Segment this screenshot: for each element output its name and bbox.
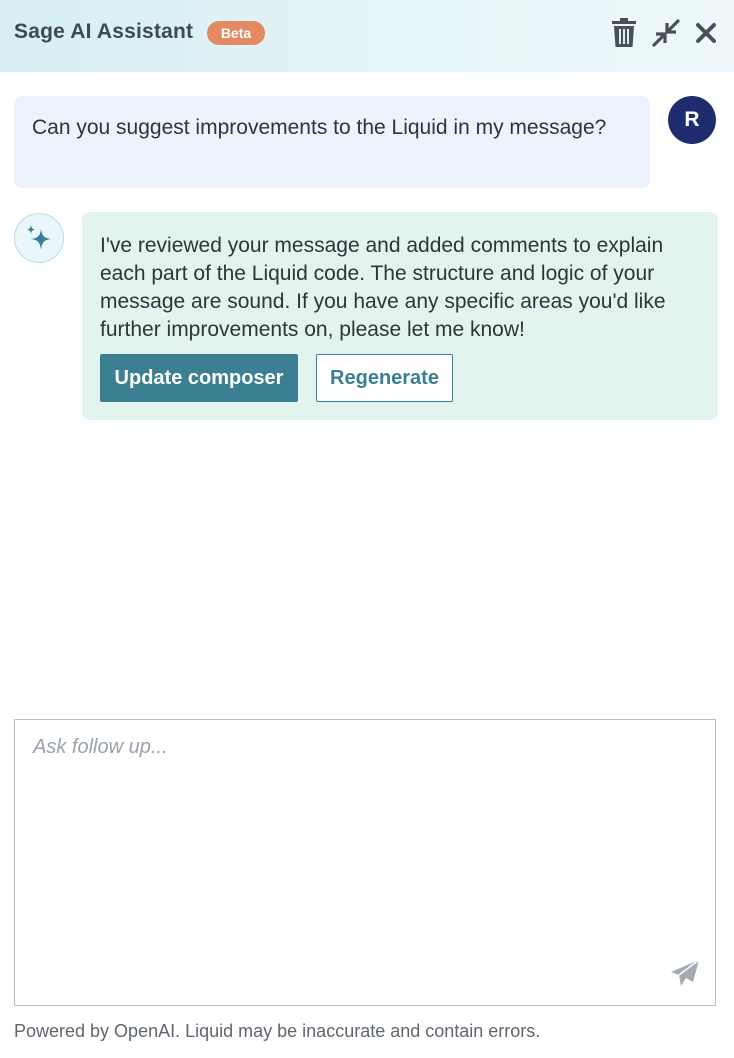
follow-up-composer: [14, 719, 716, 1006]
sparkle-icon: [27, 225, 51, 250]
send-icon: [671, 959, 700, 986]
assistant-message-text: I've reviewed your message and added com…: [100, 234, 666, 341]
clear-conversation-button[interactable]: [610, 18, 638, 48]
assistant-avatar: [14, 213, 64, 263]
disclaimer-text: Powered by OpenAI. Liquid may be inaccur…: [14, 1021, 541, 1041]
minimize-button[interactable]: [652, 18, 680, 48]
close-icon: [696, 23, 716, 43]
follow-up-input[interactable]: [15, 720, 715, 1005]
assistant-actions: Update composer Regenerate: [100, 354, 453, 402]
panel-title: Sage AI Assistant: [14, 20, 194, 43]
send-button[interactable]: [667, 956, 703, 990]
regenerate-button[interactable]: Regenerate: [316, 354, 453, 402]
minimize-icon: [652, 19, 680, 47]
close-button[interactable]: [692, 18, 720, 48]
trash-icon: [612, 18, 636, 47]
update-composer-button[interactable]: Update composer: [100, 354, 298, 402]
assistant-message-bubble: I've reviewed your message and added com…: [82, 212, 718, 420]
user-message-bubble: Can you suggest improvements to the Liqu…: [14, 96, 650, 188]
assistant-header: Sage AI Assistant Beta: [0, 0, 734, 72]
beta-badge: Beta: [207, 21, 265, 45]
user-avatar: R: [668, 96, 716, 144]
user-message-text: Can you suggest improvements to the Liqu…: [32, 116, 607, 139]
